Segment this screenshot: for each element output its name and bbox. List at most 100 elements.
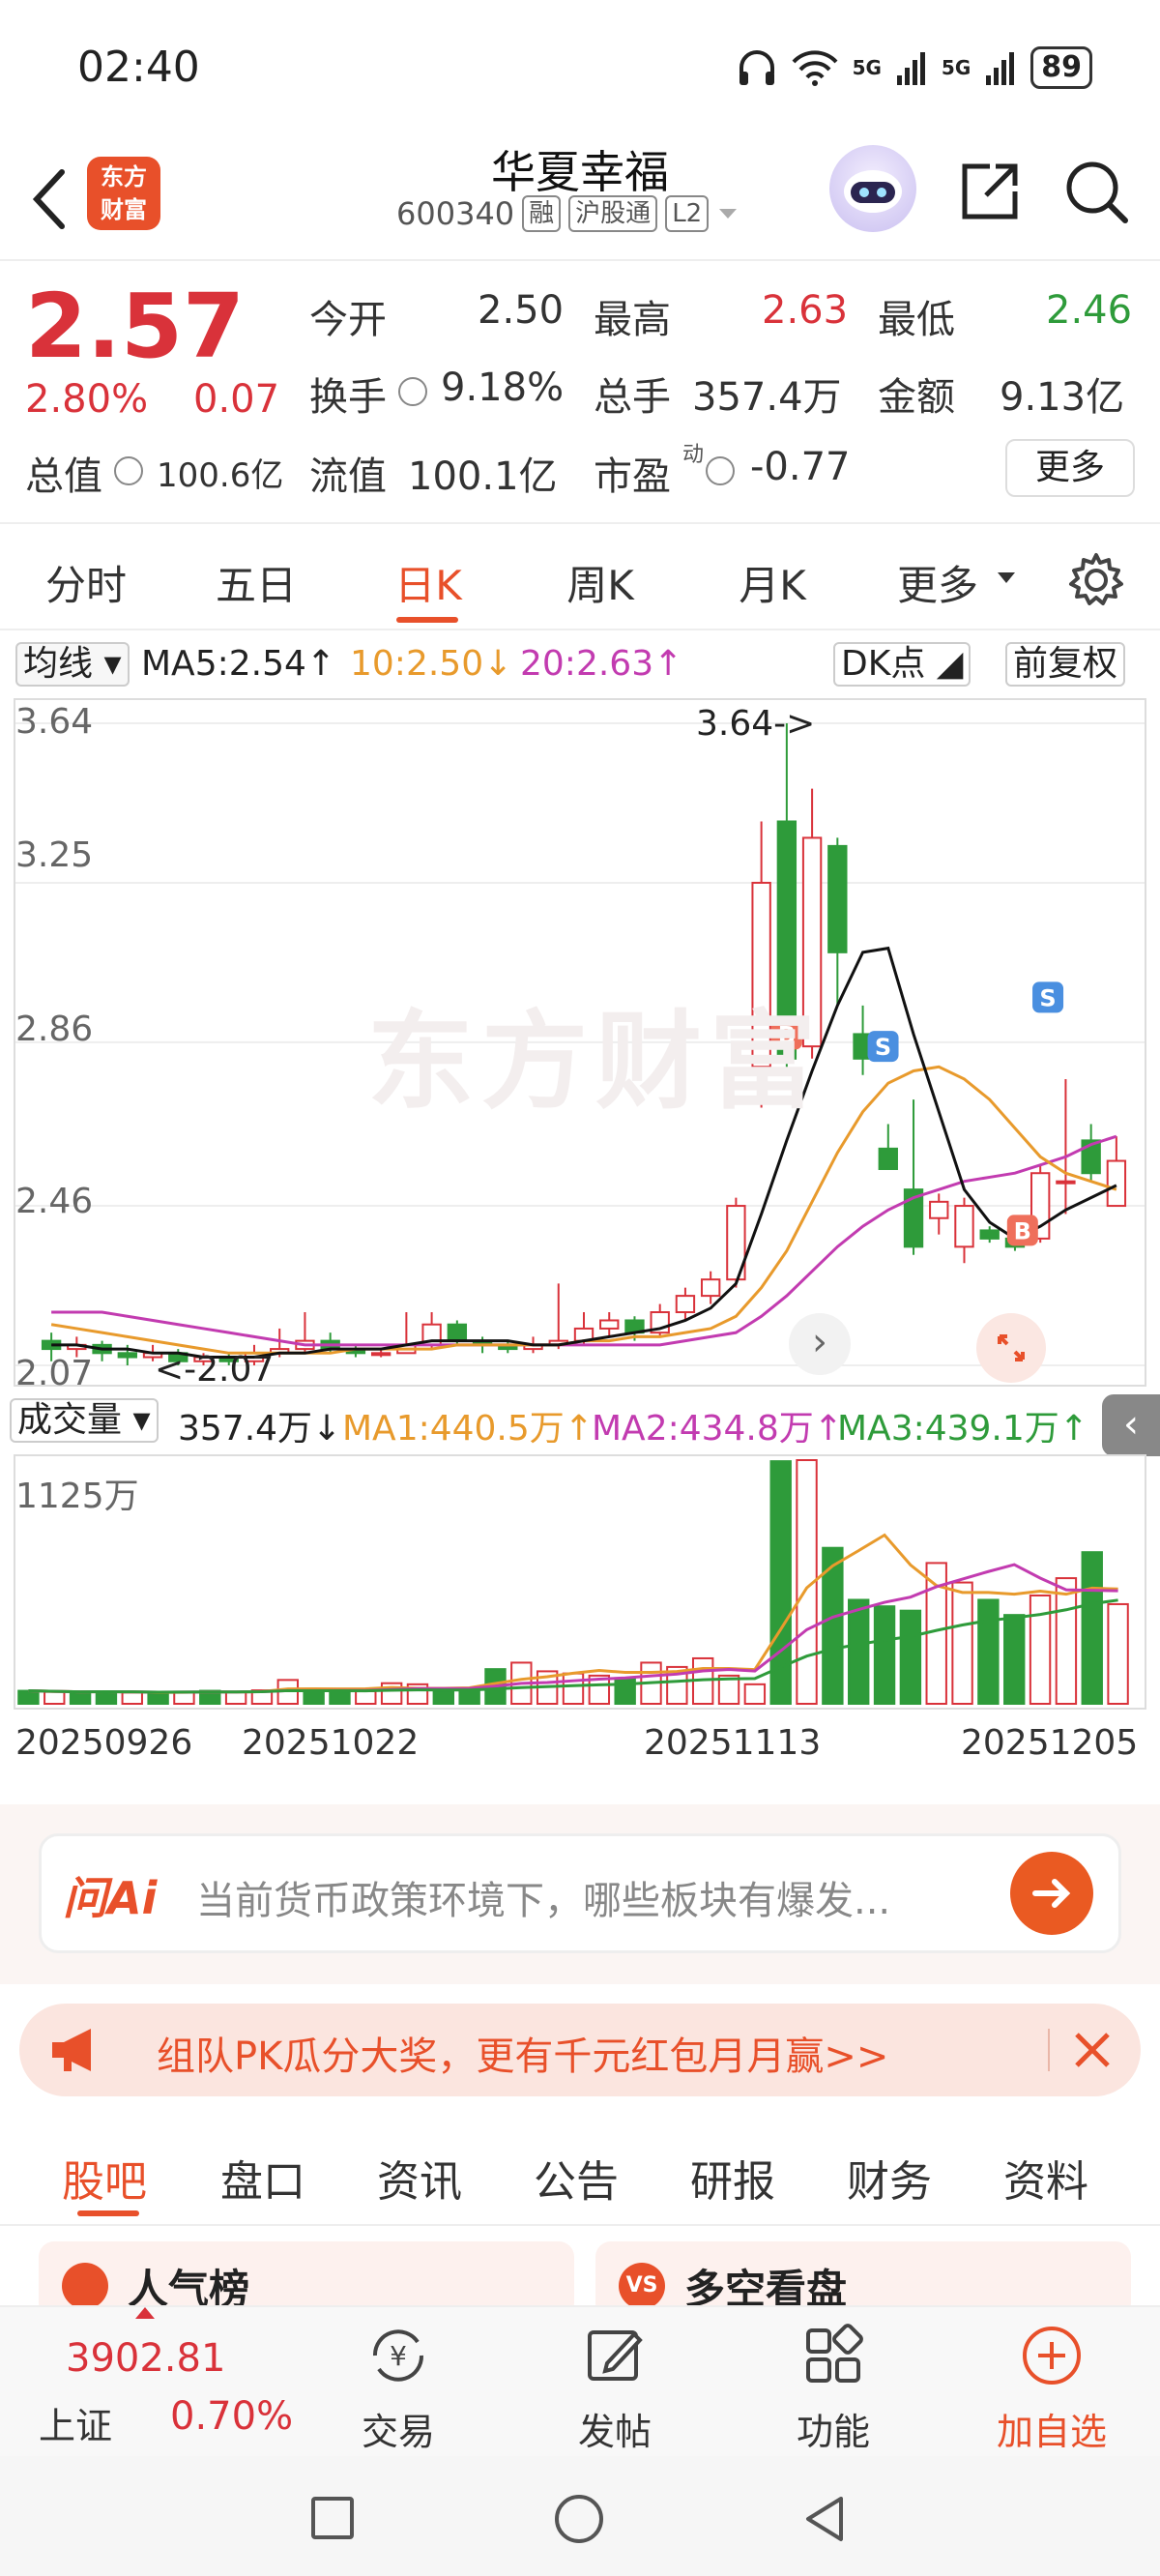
- low-label: 最低: [878, 298, 955, 342]
- post-button[interactable]: 发帖: [537, 2323, 692, 2454]
- index-percent[interactable]: 0.70%: [170, 2394, 293, 2439]
- volume-bar: [1081, 1551, 1103, 1705]
- tab-finance[interactable]: 财务: [847, 2147, 932, 2209]
- volume-bar: [977, 1598, 1000, 1705]
- adjust-button[interactable]: 前复权: [1005, 642, 1126, 687]
- collapse-panel-button[interactable]: ‹: [1102, 1394, 1160, 1456]
- candle-body: [954, 1205, 974, 1248]
- tab-announcements[interactable]: 公告: [534, 2147, 619, 2209]
- volume-bar: [562, 1672, 585, 1705]
- close-icon[interactable]: [1069, 2027, 1116, 2073]
- functions-button[interactable]: 功能: [756, 2323, 911, 2454]
- banner-text: 组队PK瓜分大奖，更有千元红包月月赢>>: [157, 2034, 889, 2079]
- volume-chart[interactable]: [14, 1454, 1146, 1710]
- more-button[interactable]: 更多: [1005, 439, 1135, 497]
- ai-placeholder: 当前货币政策环境下，哪些板块有爆发...: [196, 1879, 891, 1923]
- volume-bar: [1055, 1577, 1078, 1705]
- chevron-down-icon[interactable]: [716, 204, 740, 223]
- tab-daily-k[interactable]: 日K: [356, 553, 501, 612]
- index-value[interactable]: 3902.81: [66, 2336, 225, 2381]
- app-logo[interactable]: 东方财富: [87, 157, 160, 230]
- signal-bars-icon-2: [986, 52, 1015, 85]
- system-nav-bar: [0, 2456, 1160, 2576]
- tab-more[interactable]: 更多: [880, 553, 996, 612]
- tag-l2: L2: [665, 195, 710, 232]
- tag-margin: 融: [522, 195, 562, 232]
- volume-select-label: 成交量: [17, 1400, 123, 1440]
- tab-five-day[interactable]: 五日: [184, 553, 329, 612]
- feature-cards: 人气榜 VS 多空看盘: [0, 2228, 1160, 2319]
- search-icon[interactable]: [1058, 153, 1135, 230]
- tab-weekly-k[interactable]: 周K: [528, 553, 673, 612]
- dk-label: DK点: [841, 644, 926, 684]
- next-arrow-button[interactable]: ›: [789, 1313, 851, 1375]
- caret-down-icon: [998, 572, 1015, 583]
- tab-guba[interactable]: 股吧: [62, 2147, 147, 2209]
- tab-monthly-k[interactable]: 月K: [700, 553, 845, 612]
- tab-pankou[interactable]: 盘口: [220, 2147, 305, 2209]
- market-cap-label: 总值: [25, 454, 102, 499]
- volume-label: 总手: [594, 375, 671, 420]
- edit-icon: [588, 2330, 643, 2381]
- candle-body: [1056, 1180, 1076, 1185]
- vs-icon: VS: [619, 2263, 665, 2309]
- info-icon-3[interactable]: [706, 456, 735, 485]
- volume-select[interactable]: 成交量 ▾: [10, 1398, 159, 1443]
- promo-banner[interactable]: 组队PK瓜分大奖，更有千元红包月月赢>>: [19, 2004, 1141, 2096]
- trade-button[interactable]: ¥ 交易: [321, 2323, 476, 2454]
- index-name[interactable]: 上证: [39, 2396, 112, 2449]
- tab-intraday[interactable]: 分时: [14, 553, 159, 612]
- info-icon[interactable]: [398, 377, 427, 406]
- ma-select[interactable]: 均线 ▾: [15, 642, 130, 687]
- ai-search-box[interactable]: 问Ai 当前货币政策环境下，哪些板块有爆发...: [39, 1833, 1121, 1953]
- clock: 02:40: [77, 43, 200, 92]
- expand-icon[interactable]: [976, 1313, 1046, 1383]
- dk-point-button[interactable]: DK点 ◢: [833, 642, 972, 687]
- tab-news[interactable]: 资讯: [377, 2147, 462, 2209]
- turnover-value: 9.18%: [441, 366, 565, 410]
- info-tab-underline: [77, 2210, 139, 2216]
- volume-bar: [121, 1691, 143, 1706]
- plus-circle-icon: [1023, 2327, 1081, 2385]
- megaphone-icon: [52, 2029, 91, 2071]
- stock-header: 东方财富 华夏幸福 600340 融 沪股通 L2: [0, 135, 1160, 261]
- candle-body: [675, 1295, 696, 1314]
- volume-bar: [1003, 1614, 1026, 1705]
- grid-icon: [806, 2324, 863, 2383]
- vol-ma2: MA2:434.8万↑: [592, 1409, 843, 1449]
- wifi-icon: [792, 50, 838, 86]
- info-icon-2[interactable]: [114, 456, 143, 485]
- home-icon[interactable]: [555, 2495, 603, 2543]
- back-arrow-icon[interactable]: [23, 155, 81, 242]
- volume-bar: [899, 1609, 922, 1705]
- amount-label: 金额: [878, 375, 955, 420]
- volume-bar: [458, 1688, 480, 1706]
- share-icon[interactable]: [951, 153, 1029, 230]
- gear-icon[interactable]: [1067, 551, 1125, 609]
- active-tab-underline: [396, 617, 458, 623]
- ma-indicator-row: 均线 ▾ MA5:2.54↑ 10:2.50↓ 20:2.63↑ DK点 ◢ 前…: [0, 638, 1160, 692]
- volume-bar: [44, 1690, 66, 1705]
- status-bar: 02:40 5G 5G 89: [0, 0, 1160, 135]
- add-watchlist-button[interactable]: 加自选: [974, 2323, 1129, 2454]
- date-axis: 20250926 20251022 20251113 20251205: [0, 1717, 1160, 1766]
- tag-connect: 沪股通: [568, 195, 658, 232]
- pe-superscript: 动: [682, 443, 705, 467]
- buy-marker-2-label: B: [1014, 1217, 1031, 1244]
- open-value: 2.50: [478, 288, 565, 333]
- volume-bar: [432, 1689, 455, 1705]
- back-icon[interactable]: [800, 2493, 849, 2545]
- turnover-label: 换手: [309, 375, 387, 420]
- y-tick-4: 2.46: [15, 1182, 94, 1221]
- change-amount: 0.07: [193, 377, 280, 422]
- signal-5g-label-2: 5G: [941, 56, 972, 79]
- ai-robot-icon[interactable]: [829, 145, 916, 232]
- tab-research[interactable]: 研报: [690, 2147, 775, 2209]
- tab-profile[interactable]: 资料: [1003, 2147, 1088, 2209]
- ma10-value: 10:2.50↓: [350, 644, 513, 684]
- recent-apps-icon[interactable]: [311, 2497, 354, 2539]
- date-4: 20251205: [961, 1723, 1139, 1763]
- ai-submit-button[interactable]: [1010, 1852, 1093, 1935]
- change-percent: 2.80%: [25, 377, 149, 422]
- watermark: 东方财富: [367, 1000, 824, 1124]
